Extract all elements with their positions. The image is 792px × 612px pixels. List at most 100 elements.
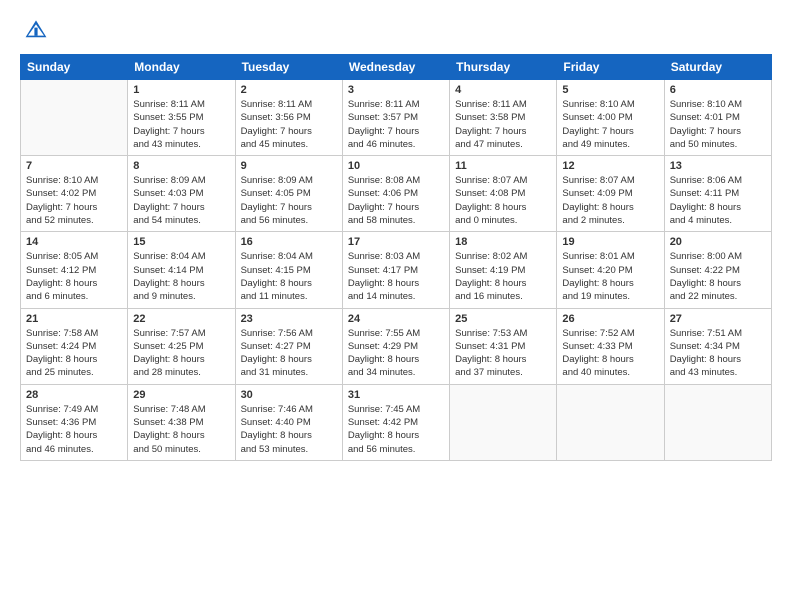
day-cell: 3Sunrise: 8:11 AM Sunset: 3:57 PM Daylig… xyxy=(342,80,449,156)
day-number: 13 xyxy=(670,160,766,172)
day-cell: 30 Sunrise: 7:46 AM Sunset: 4:40 PM Dayli… xyxy=(235,384,342,460)
day-cell: 13 Sunrise: 8:06 AM Sunset: 4:11 PM Dayli… xyxy=(664,156,771,232)
header-day: Sunday xyxy=(21,55,128,80)
day-info: Sunrise: 8:07 AM Sunset: 4:09 PM Dayligh… xyxy=(562,174,658,227)
day-cell: 15 Sunrise: 8:04 AM Sunset: 4:14 PM Dayli… xyxy=(128,232,235,308)
day-number: 20 xyxy=(670,236,766,248)
day-info: Sunrise: 8:05 AM Sunset: 4:12 PM Dayligh… xyxy=(26,250,122,303)
day-info: Sunrise: 8:11 AM Sunset: 3:55 PM Dayligh… xyxy=(133,98,229,151)
day-cell: 22 Sunrise: 7:57 AM Sunset: 4:25 PM Dayli… xyxy=(128,308,235,384)
day-info: Sunrise: 7:51 AM Sunset: 4:34 PM Dayligh… xyxy=(670,327,766,380)
day-cell: 26 Sunrise: 7:52 AM Sunset: 4:33 PM Dayli… xyxy=(557,308,664,384)
day-cell: 31 Sunrise: 7:45 AM Sunset: 4:42 PM Dayli… xyxy=(342,384,449,460)
day-number: 30 xyxy=(241,389,337,401)
day-number: 22 xyxy=(133,313,229,325)
day-number: 25 xyxy=(455,313,551,325)
day-number: 28 xyxy=(26,389,122,401)
day-number: 27 xyxy=(670,313,766,325)
day-number: 9 xyxy=(241,160,337,172)
day-info: Sunrise: 8:04 AM Sunset: 4:15 PM Dayligh… xyxy=(241,250,337,303)
day-info: Sunrise: 8:04 AM Sunset: 4:14 PM Dayligh… xyxy=(133,250,229,303)
day-info: Sunrise: 8:10 AM Sunset: 4:00 PM Dayligh… xyxy=(562,98,658,151)
day-info: Sunrise: 8:01 AM Sunset: 4:20 PM Dayligh… xyxy=(562,250,658,303)
day-info: Sunrise: 8:09 AM Sunset: 4:05 PM Dayligh… xyxy=(241,174,337,227)
week-row: 28 Sunrise: 7:49 AM Sunset: 4:36 PM Dayli… xyxy=(21,384,772,460)
day-info: Sunrise: 7:48 AM Sunset: 4:38 PM Dayligh… xyxy=(133,403,229,456)
day-cell: 18 Sunrise: 8:02 AM Sunset: 4:19 PM Dayli… xyxy=(450,232,557,308)
day-number: 18 xyxy=(455,236,551,248)
day-cell: 14 Sunrise: 8:05 AM Sunset: 4:12 PM Dayli… xyxy=(21,232,128,308)
calendar-header: SundayMondayTuesdayWednesdayThursdayFrid… xyxy=(21,55,772,80)
header-day: Wednesday xyxy=(342,55,449,80)
day-info: Sunrise: 7:46 AM Sunset: 4:40 PM Dayligh… xyxy=(241,403,337,456)
day-cell: 20 Sunrise: 8:00 AM Sunset: 4:22 PM Dayli… xyxy=(664,232,771,308)
day-cell: 28 Sunrise: 7:49 AM Sunset: 4:36 PM Dayli… xyxy=(21,384,128,460)
calendar-body: 1Sunrise: 8:11 AM Sunset: 3:55 PM Daylig… xyxy=(21,80,772,461)
day-cell: 29 Sunrise: 7:48 AM Sunset: 4:38 PM Dayli… xyxy=(128,384,235,460)
day-info: Sunrise: 7:53 AM Sunset: 4:31 PM Dayligh… xyxy=(455,327,551,380)
day-number: 17 xyxy=(348,236,444,248)
header-day: Friday xyxy=(557,55,664,80)
header-day: Monday xyxy=(128,55,235,80)
day-info: Sunrise: 7:55 AM Sunset: 4:29 PM Dayligh… xyxy=(348,327,444,380)
day-cell xyxy=(21,80,128,156)
day-info: Sunrise: 8:10 AM Sunset: 4:02 PM Dayligh… xyxy=(26,174,122,227)
day-info: Sunrise: 7:56 AM Sunset: 4:27 PM Dayligh… xyxy=(241,327,337,380)
day-info: Sunrise: 8:09 AM Sunset: 4:03 PM Dayligh… xyxy=(133,174,229,227)
day-number: 29 xyxy=(133,389,229,401)
day-info: Sunrise: 7:58 AM Sunset: 4:24 PM Dayligh… xyxy=(26,327,122,380)
page: SundayMondayTuesdayWednesdayThursdayFrid… xyxy=(0,0,792,471)
day-info: Sunrise: 8:06 AM Sunset: 4:11 PM Dayligh… xyxy=(670,174,766,227)
day-info: Sunrise: 8:02 AM Sunset: 4:19 PM Dayligh… xyxy=(455,250,551,303)
day-cell: 1Sunrise: 8:11 AM Sunset: 3:55 PM Daylig… xyxy=(128,80,235,156)
day-info: Sunrise: 8:00 AM Sunset: 4:22 PM Dayligh… xyxy=(670,250,766,303)
day-cell: 4Sunrise: 8:11 AM Sunset: 3:58 PM Daylig… xyxy=(450,80,557,156)
day-number: 11 xyxy=(455,160,551,172)
day-cell: 16 Sunrise: 8:04 AM Sunset: 4:15 PM Dayli… xyxy=(235,232,342,308)
day-info: Sunrise: 7:52 AM Sunset: 4:33 PM Dayligh… xyxy=(562,327,658,380)
week-row: 1Sunrise: 8:11 AM Sunset: 3:55 PM Daylig… xyxy=(21,80,772,156)
header xyxy=(20,18,772,42)
day-info: Sunrise: 8:11 AM Sunset: 3:58 PM Dayligh… xyxy=(455,98,551,151)
day-cell: 12Sunrise: 8:07 AM Sunset: 4:09 PM Dayli… xyxy=(557,156,664,232)
header-day: Saturday xyxy=(664,55,771,80)
day-cell: 21 Sunrise: 7:58 AM Sunset: 4:24 PM Dayli… xyxy=(21,308,128,384)
day-cell: 17Sunrise: 8:03 AM Sunset: 4:17 PM Dayli… xyxy=(342,232,449,308)
day-cell xyxy=(450,384,557,460)
day-number: 7 xyxy=(26,160,122,172)
day-number: 2 xyxy=(241,84,337,96)
day-info: Sunrise: 7:57 AM Sunset: 4:25 PM Dayligh… xyxy=(133,327,229,380)
day-cell: 7 Sunrise: 8:10 AM Sunset: 4:02 PM Daylig… xyxy=(21,156,128,232)
day-cell: 25 Sunrise: 7:53 AM Sunset: 4:31 PM Dayli… xyxy=(450,308,557,384)
day-number: 15 xyxy=(133,236,229,248)
day-number: 8 xyxy=(133,160,229,172)
day-cell: 19Sunrise: 8:01 AM Sunset: 4:20 PM Dayli… xyxy=(557,232,664,308)
day-number: 5 xyxy=(562,84,658,96)
day-cell: 5 Sunrise: 8:10 AM Sunset: 4:00 PM Daylig… xyxy=(557,80,664,156)
day-number: 14 xyxy=(26,236,122,248)
day-info: Sunrise: 7:45 AM Sunset: 4:42 PM Dayligh… xyxy=(348,403,444,456)
day-cell: 6Sunrise: 8:10 AM Sunset: 4:01 PM Daylig… xyxy=(664,80,771,156)
day-cell xyxy=(664,384,771,460)
day-info: Sunrise: 8:11 AM Sunset: 3:56 PM Dayligh… xyxy=(241,98,337,151)
day-cell: 9 Sunrise: 8:09 AM Sunset: 4:05 PM Daylig… xyxy=(235,156,342,232)
day-cell: 10Sunrise: 8:08 AM Sunset: 4:06 PM Dayli… xyxy=(342,156,449,232)
logo xyxy=(20,18,48,42)
day-info: Sunrise: 7:49 AM Sunset: 4:36 PM Dayligh… xyxy=(26,403,122,456)
header-day: Thursday xyxy=(450,55,557,80)
day-number: 21 xyxy=(26,313,122,325)
day-number: 26 xyxy=(562,313,658,325)
day-cell xyxy=(557,384,664,460)
day-cell: 8 Sunrise: 8:09 AM Sunset: 4:03 PM Daylig… xyxy=(128,156,235,232)
day-cell: 23Sunrise: 7:56 AM Sunset: 4:27 PM Dayli… xyxy=(235,308,342,384)
day-info: Sunrise: 8:07 AM Sunset: 4:08 PM Dayligh… xyxy=(455,174,551,227)
day-number: 24 xyxy=(348,313,444,325)
week-row: 7 Sunrise: 8:10 AM Sunset: 4:02 PM Daylig… xyxy=(21,156,772,232)
day-number: 6 xyxy=(670,84,766,96)
header-row: SundayMondayTuesdayWednesdayThursdayFrid… xyxy=(21,55,772,80)
calendar-table: SundayMondayTuesdayWednesdayThursdayFrid… xyxy=(20,54,772,461)
day-number: 31 xyxy=(348,389,444,401)
week-row: 14 Sunrise: 8:05 AM Sunset: 4:12 PM Dayli… xyxy=(21,232,772,308)
day-number: 16 xyxy=(241,236,337,248)
day-info: Sunrise: 8:08 AM Sunset: 4:06 PM Dayligh… xyxy=(348,174,444,227)
